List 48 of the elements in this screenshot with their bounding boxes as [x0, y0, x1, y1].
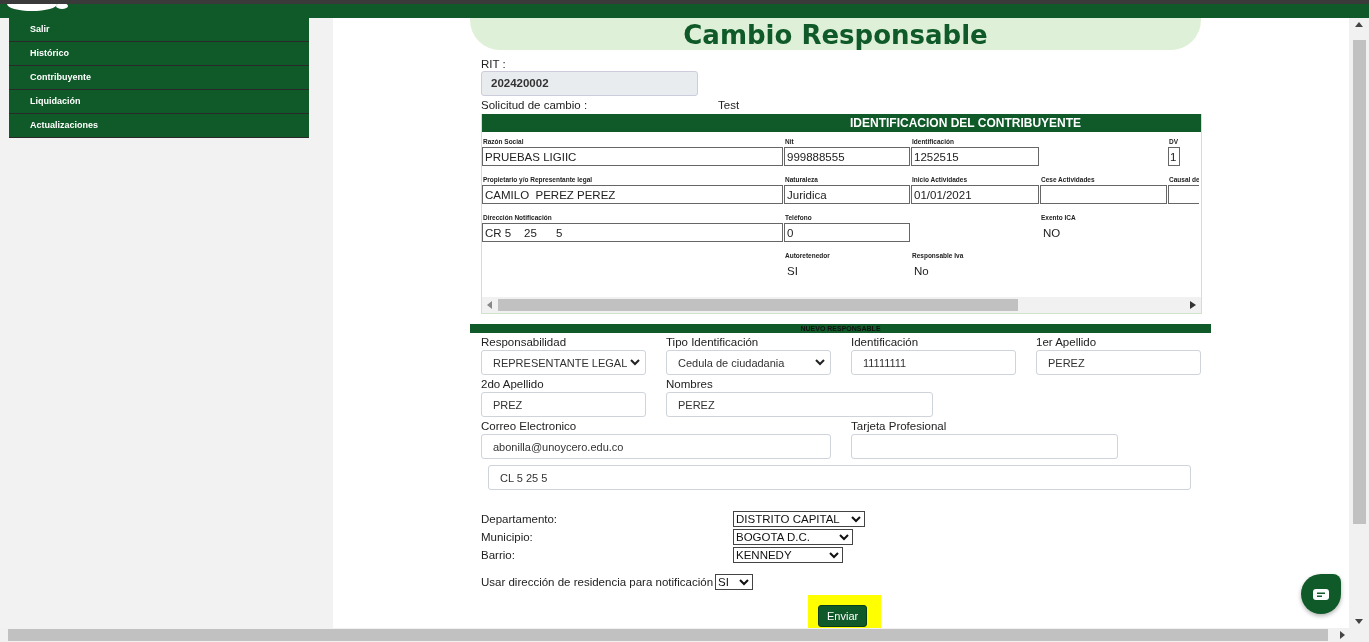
field-value: No — [914, 265, 929, 277]
sidebar-item[interactable]: Actualizaciones — [9, 114, 309, 138]
input-field[interactable]: PREZ — [481, 392, 646, 417]
field-value: SI — [787, 265, 798, 277]
input-field[interactable]: PRUEBAS LIGIIC — [482, 147, 783, 166]
section-header: IDENTIFICACION DEL CONTRIBUYENTE — [482, 114, 1201, 132]
input-field[interactable]: abonilla@unoycero.edu.co — [481, 434, 831, 459]
input-field[interactable]: PEREZ — [1036, 350, 1201, 375]
field-label: Responsabilidad — [481, 335, 568, 350]
field-label: Correo Electronico — [481, 419, 578, 434]
field-label: Solicitud de cambio : — [481, 99, 589, 113]
field-label: Usar dirección de residencia para notificación — [481, 576, 714, 588]
input-field[interactable]: 1252515 — [911, 147, 1039, 166]
field-label: Tipo Identificación — [666, 335, 760, 350]
input-field[interactable]: 1 — [1168, 147, 1180, 166]
input-field[interactable]: CL 5 25 5 — [488, 465, 1191, 490]
field-label: Departamento: — [481, 513, 559, 525]
field-label: 2do Apellido — [481, 377, 545, 392]
input-field[interactable]: 999888555 — [784, 147, 910, 166]
input-field[interactable]: PEREZ — [666, 392, 933, 417]
select-field[interactable]: DISTRITO CAPITAL — [733, 511, 865, 527]
input-field[interactable]: CAMILO PEREZ PEREZ — [482, 185, 783, 204]
select-field[interactable]: SI — [715, 574, 754, 590]
field-label: Barrio: — [481, 549, 516, 561]
input-field[interactable]: 11111111 — [851, 350, 1016, 375]
field-label: Municipio: — [481, 531, 534, 543]
field-label: Identificación — [851, 335, 920, 350]
field-value: Test — [718, 99, 740, 113]
input-field[interactable]: 0 — [784, 223, 910, 242]
select-field[interactable]: Cedula de ciudadania — [666, 350, 831, 375]
select-field[interactable]: REPRESENTANTE LEGAL — [481, 350, 646, 375]
field-label: Tarjeta Profesional — [851, 419, 948, 434]
sidebar-item[interactable]: Contribuyente — [9, 66, 309, 90]
sidebar-item[interactable]: Salir — [9, 18, 309, 42]
sidebar-item[interactable]: Histórico — [9, 42, 309, 66]
rit-field: 202420002 — [481, 71, 698, 96]
field-label: RIT : — [481, 58, 507, 70]
select-field[interactable]: KENNEDY — [733, 547, 843, 563]
field-label: Nombres — [666, 377, 714, 392]
page-title: Cambio Responsable — [683, 20, 988, 50]
input-field[interactable]: Juridica — [784, 185, 910, 204]
input-field[interactable]: CR 5 25 5 — [482, 223, 783, 242]
field-value: NO — [1043, 227, 1061, 239]
input-field[interactable]: 01/01/2021 — [911, 185, 1039, 204]
sidebar-item[interactable]: Liquidación — [9, 90, 309, 114]
field-label: 1er Apellido — [1036, 335, 1098, 350]
submit-button[interactable]: Enviar — [818, 605, 868, 627]
select-field[interactable]: BOGOTA D.C. — [733, 529, 853, 545]
